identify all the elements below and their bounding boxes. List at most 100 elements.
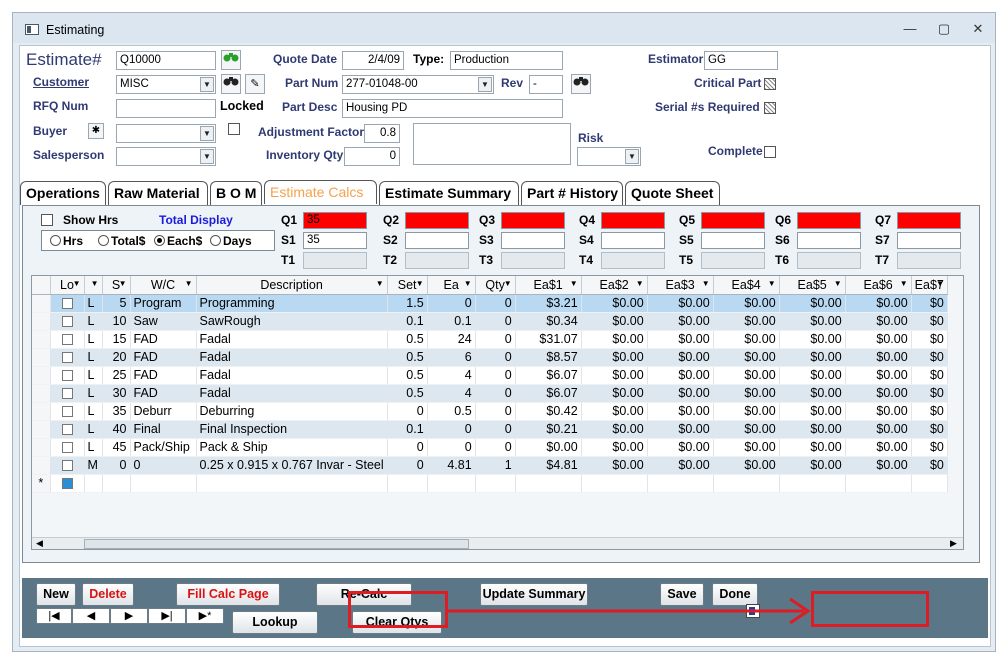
estimator-field[interactable]: GG	[704, 51, 778, 70]
table-cell[interactable]: L	[84, 348, 103, 367]
table-cell[interactable]: $0.00	[581, 384, 648, 403]
next-record-icon[interactable]: ▶	[110, 608, 148, 624]
tab-operations[interactable]: Operations	[20, 181, 106, 205]
table-cell[interactable]: $0.00	[647, 330, 714, 349]
first-record-icon[interactable]: |◀	[36, 608, 72, 624]
q6-field[interactable]	[797, 212, 861, 229]
table-cell[interactable]: Pack/Ship	[130, 438, 197, 457]
table-cell[interactable]: $0.00	[647, 312, 714, 331]
table-cell[interactable]: $0	[911, 366, 948, 385]
column-header[interactable]: Ea$1 ▼	[515, 276, 582, 295]
table-cell[interactable]: $0.00	[647, 294, 714, 313]
table-cell[interactable]: $0.00	[515, 438, 582, 457]
tab-bom[interactable]: B O M	[210, 181, 262, 205]
table-cell[interactable]: $0.00	[713, 294, 780, 313]
column-header[interactable]: Ea$7 ▼	[911, 276, 948, 295]
table-cell[interactable]: 10	[102, 312, 131, 331]
sort-arrow-icon[interactable]: ▼	[119, 279, 127, 288]
table-cell[interactable]: $0.00	[779, 294, 846, 313]
column-header[interactable]: ▼	[84, 276, 103, 295]
table-cell[interactable]: 24	[427, 330, 476, 349]
sort-arrow-icon[interactable]: ▼	[900, 279, 908, 288]
column-header[interactable]: Description ▼	[196, 276, 388, 295]
table-cell[interactable]: $0.00	[647, 366, 714, 385]
row-checkbox[interactable]	[61, 298, 73, 310]
risk-select[interactable]: ▼	[577, 147, 641, 166]
estimate-number-field[interactable]: Q10000	[116, 51, 216, 70]
table-cell[interactable]: $0	[911, 330, 948, 349]
table-cell[interactable]: $8.57	[515, 348, 582, 367]
table-cell[interactable]: $0.00	[713, 420, 780, 439]
tab-part-history[interactable]: Part # History	[521, 181, 623, 205]
table-cell[interactable]: $0	[911, 384, 948, 403]
table-cell[interactable]: 35	[102, 402, 131, 421]
table-cell[interactable]: $0.00	[713, 348, 780, 367]
table-cell[interactable]: $0.00	[581, 402, 648, 421]
table-cell[interactable]: 0	[475, 438, 516, 457]
row-checkbox[interactable]	[61, 316, 73, 328]
table-cell[interactable]: Program	[130, 294, 197, 313]
table-cell[interactable]: $0.00	[845, 402, 912, 421]
table-cell[interactable]: $0.00	[779, 312, 846, 331]
table-cell[interactable]: 25	[102, 366, 131, 385]
sort-arrow-icon[interactable]: ▼	[376, 279, 384, 288]
s6-field[interactable]	[797, 232, 861, 249]
table-cell[interactable]: $0.21	[515, 420, 582, 439]
table-cell[interactable]: L	[84, 366, 103, 385]
sort-arrow-icon[interactable]: ▼	[464, 279, 472, 288]
table-cell[interactable]: 0	[130, 456, 197, 475]
table-cell[interactable]: $0.00	[647, 438, 714, 457]
buyer-lookup-icon[interactable]: ✱	[88, 123, 104, 139]
table-cell[interactable]: 0	[475, 348, 516, 367]
table-cell[interactable]: $0.00	[845, 420, 912, 439]
table-cell[interactable]: Fadal	[196, 366, 388, 385]
table-cell[interactable]: L	[84, 294, 103, 313]
column-header[interactable]: Lo ▼	[50, 276, 85, 295]
customer-label[interactable]: Customer	[33, 75, 89, 89]
new-record-icon[interactable]: ▶*	[186, 608, 224, 624]
table-cell[interactable]: L	[84, 438, 103, 457]
table-cell[interactable]: L	[84, 420, 103, 439]
table-cell[interactable]: L	[84, 312, 103, 331]
table-row[interactable]: L 15 FAD Fadal 0.5 24 0 $31.07 $0.00 $0.00 $0.00 $0…	[32, 330, 948, 349]
customer-binoculars-icon[interactable]	[221, 74, 241, 94]
salesperson-select[interactable]: ▼	[116, 147, 216, 166]
column-header[interactable]: Ea$4 ▼	[713, 276, 780, 295]
table-cell[interactable]: $0.00	[779, 384, 846, 403]
close-button[interactable]: ✕	[963, 21, 993, 37]
q4-field[interactable]	[601, 212, 665, 229]
column-header[interactable]: Qty ▼	[475, 276, 516, 295]
table-cell[interactable]: Deburring	[196, 402, 388, 421]
s2-field[interactable]	[405, 232, 469, 249]
table-cell[interactable]: Saw	[130, 312, 197, 331]
table-cell[interactable]: 0.1	[427, 312, 476, 331]
table-cell[interactable]: $0.00	[779, 438, 846, 457]
table-cell[interactable]: 0	[427, 420, 476, 439]
table-row[interactable]: L 40 Final Final Inspection 0.1 0 0 $0.21 $0.00 $…	[32, 420, 948, 439]
table-row[interactable]: L 5 Program Programming 1.5 0 0 $3.21 $0.00 $0.00…	[32, 294, 948, 313]
table-row[interactable]: M 0 0 0.25 x 0.915 x 0.767 Invar - Steel 0 4.…	[32, 456, 948, 475]
tab-quote-sheet[interactable]: Quote Sheet	[625, 181, 720, 205]
table-cell[interactable]: $0.00	[713, 438, 780, 457]
rfq-field[interactable]	[116, 99, 216, 118]
table-cell[interactable]: 0.5	[387, 348, 428, 367]
part-num-select[interactable]: 277-01048-00 ▼	[342, 75, 494, 94]
radio-button-icon[interactable]	[154, 235, 165, 246]
table-cell[interactable]: Final Inspection	[196, 420, 388, 439]
sort-arrow-icon[interactable]: ▼	[768, 279, 776, 288]
table-row[interactable]: L 30 FAD Fadal 0.5 4 0 $6.07 $0.00 $0.00 $0.00 $0.0…	[32, 384, 948, 403]
table-cell[interactable]: $0.00	[581, 456, 648, 475]
row-checkbox[interactable]	[61, 442, 73, 454]
row-checkbox[interactable]	[61, 334, 73, 346]
table-cell[interactable]: Fadal	[196, 348, 388, 367]
row-checkbox[interactable]	[61, 388, 73, 400]
column-header[interactable]: W/C ▼	[130, 276, 197, 295]
column-header[interactable]: Set ▼	[387, 276, 428, 295]
tab-estimate-calcs[interactable]: Estimate Calcs	[264, 180, 377, 204]
chevron-down-icon[interactable]: ▼	[200, 149, 214, 164]
table-cell[interactable]: $0.00	[713, 366, 780, 385]
table-cell[interactable]: 15	[102, 330, 131, 349]
table-cell[interactable]: $0.00	[779, 330, 846, 349]
scroll-thumb[interactable]	[84, 539, 469, 549]
table-cell[interactable]: 0	[475, 366, 516, 385]
